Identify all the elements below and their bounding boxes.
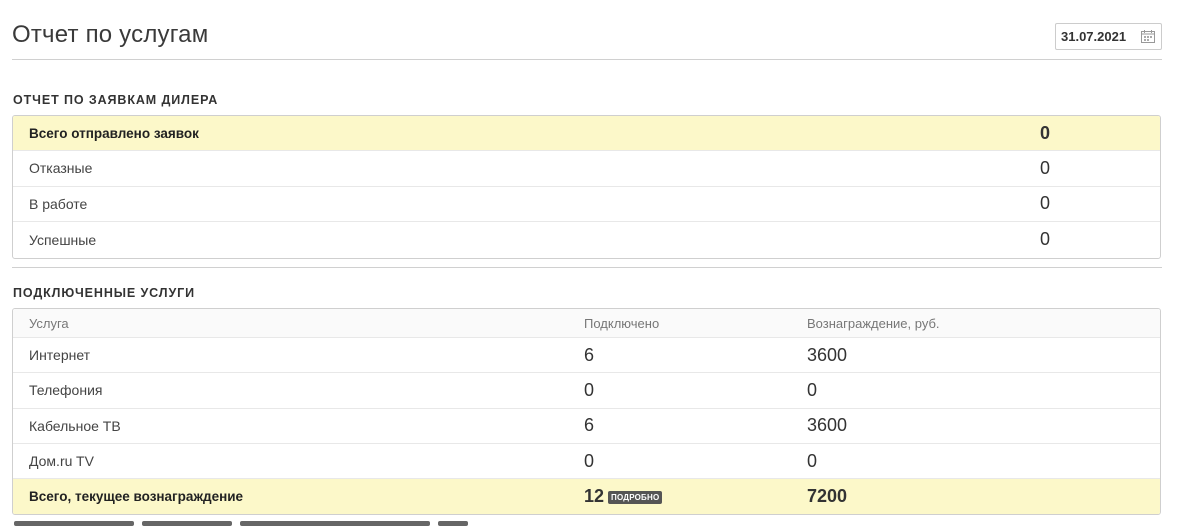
- row-label: В работе: [29, 195, 88, 212]
- service-name: Интернет: [29, 347, 91, 364]
- column-header-reward: Вознаграждение, руб.: [807, 315, 940, 331]
- column-header-service: Услуга: [29, 315, 69, 331]
- total-label: Всего, текущее вознаграждение: [29, 489, 244, 505]
- table-header-row: Услуга Подключено Вознаграждение, руб.: [13, 309, 1160, 338]
- page-header: Отчет по услугам 31.07.2021: [12, 0, 1162, 60]
- reward-amount: 0: [807, 379, 818, 400]
- page-title: Отчет по услугам: [12, 21, 209, 48]
- reward-amount: 3600: [807, 344, 848, 365]
- calendar-icon[interactable]: [1141, 30, 1155, 43]
- row-value: 0: [1039, 193, 1050, 214]
- dealer-requests-table: Всего отправлено заявок 0 Отказные 0 В р…: [12, 115, 1161, 259]
- row-value: 0: [1039, 229, 1050, 250]
- row-label: Всего отправлено заявок: [29, 125, 199, 141]
- column-header-connected: Подключено: [584, 315, 660, 331]
- connected-count: 6: [584, 344, 595, 365]
- dealer-requests-title: ОТЧЕТ ПО ЗАЯВКАМ ДИЛЕРА: [13, 93, 219, 107]
- row-label: Отказные: [29, 160, 93, 177]
- table-row-rejected: Отказные 0: [13, 151, 1160, 187]
- connected-services-table: Услуга Подключено Вознаграждение, руб. И…: [12, 308, 1161, 515]
- service-name: Кабельное ТВ: [29, 417, 121, 434]
- date-picker[interactable]: 31.07.2021: [1055, 23, 1162, 50]
- row-value: 0: [1039, 122, 1050, 143]
- table-row-successful: Успешные 0: [13, 222, 1160, 257]
- details-button[interactable]: ПОДРОБНО: [608, 491, 663, 505]
- total-connected-count: 12: [584, 486, 605, 507]
- reward-amount: 3600: [807, 415, 848, 436]
- table-row-domru-tv: Дом.ru TV 0 0: [13, 444, 1160, 480]
- table-row-internet: Интернет 6 3600: [13, 338, 1160, 374]
- service-name: Дом.ru TV: [29, 453, 94, 470]
- table-row-total-reward: Всего, текущее вознаграждение 12 ПОДРОБН…: [13, 479, 1160, 514]
- table-row-total-requests: Всего отправлено заявок 0: [13, 116, 1160, 152]
- row-value: 0: [1039, 157, 1050, 178]
- reward-amount: 0: [807, 450, 818, 471]
- connected-count: 6: [584, 415, 595, 436]
- table-row-cable-tv: Кабельное ТВ 6 3600: [13, 409, 1160, 444]
- row-label: Успешные: [29, 231, 97, 248]
- connected-count: 0: [584, 379, 595, 400]
- section-divider: [12, 267, 1162, 268]
- table-row-in-progress: В работе 0: [13, 187, 1160, 222]
- total-reward-amount: 7200: [807, 486, 848, 507]
- connected-count: 0: [584, 450, 595, 471]
- cropped-text-fragment: [0, 519, 1200, 526]
- connected-services-title: ПОДКЛЮЧЕННЫЕ УСЛУГИ: [13, 286, 196, 300]
- total-connected-cell: 12 ПОДРОБНО: [584, 479, 663, 514]
- table-row-telephony: Телефония 0 0: [13, 373, 1160, 409]
- date-value: 31.07.2021: [1061, 29, 1127, 44]
- service-name: Телефония: [29, 382, 103, 399]
